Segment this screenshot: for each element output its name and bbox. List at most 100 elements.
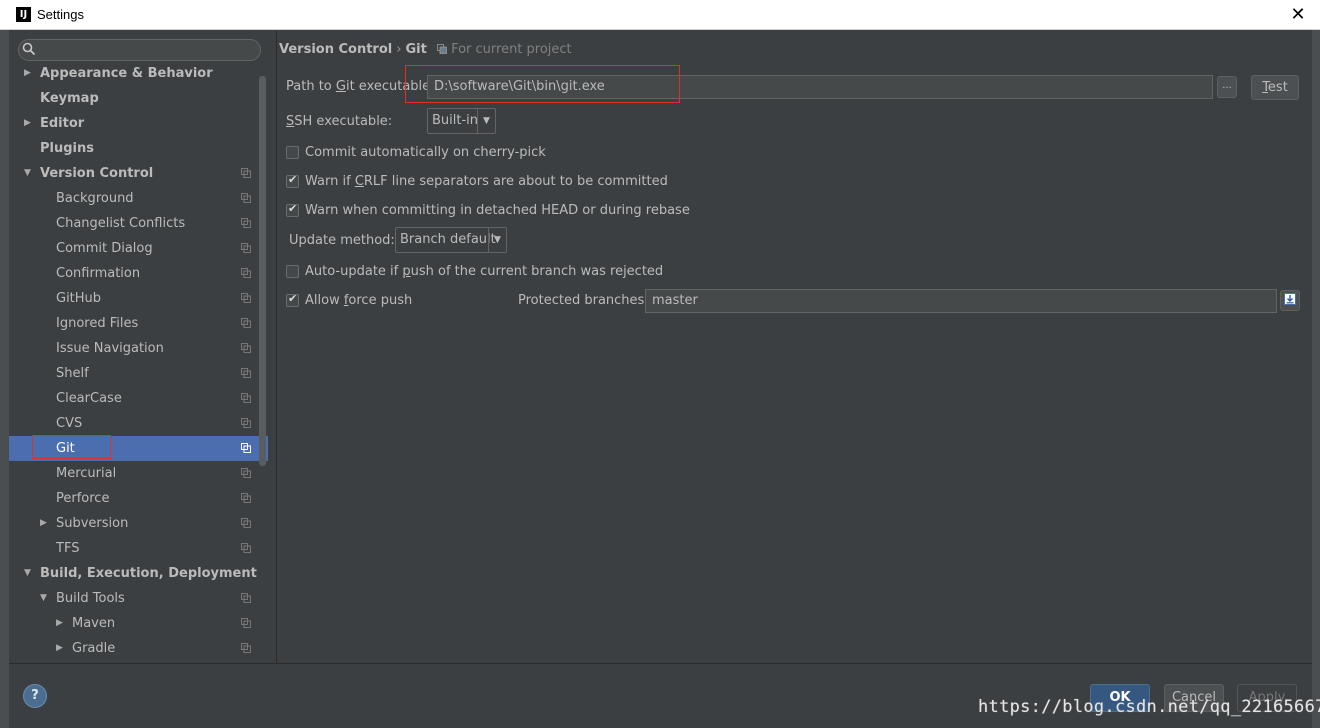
browse-button[interactable]: ... xyxy=(1217,76,1237,98)
breadcrumb-separator: › xyxy=(396,42,402,57)
update-method-select[interactable]: Branch default ▼ xyxy=(395,227,507,253)
intellij-icon: IJ xyxy=(16,7,31,22)
sidebar-item-build-execution-deployment[interactable]: ▼ Build, Execution, Deployment xyxy=(9,561,268,586)
project-icon xyxy=(241,293,251,303)
sidebar-item-build-tools[interactable]: ▼ Build Tools xyxy=(9,586,268,611)
project-icon xyxy=(241,318,251,328)
expanded-arrow-icon[interactable]: ▼ xyxy=(24,561,36,586)
sidebar-item-shelf[interactable]: Shelf xyxy=(9,361,268,386)
force-push-checkbox[interactable] xyxy=(286,292,299,307)
sidebar-item-github[interactable]: GitHub xyxy=(9,286,268,311)
cherry-pick-label: Commit automatically on cherry-pick xyxy=(305,145,546,160)
window-titlebar: IJ Settings ✕ xyxy=(0,0,1320,30)
dropdown-arrow-icon: ▼ xyxy=(488,228,506,252)
collapsed-arrow-icon[interactable]: ▶ xyxy=(56,636,68,661)
sidebar-item-label: Gradle xyxy=(72,641,116,656)
detached-head-checkbox[interactable] xyxy=(286,202,299,217)
sidebar-item-label: Build Tools xyxy=(56,591,125,606)
sidebar-item-label: Perforce xyxy=(56,491,110,506)
sidebar-item-commit-dialog[interactable]: Commit Dialog xyxy=(9,236,268,261)
cherry-pick-checkbox[interactable] xyxy=(286,146,299,159)
project-icon xyxy=(241,518,251,528)
project-icon xyxy=(241,243,251,253)
git-settings-panel: Version Control › Git For current project … xyxy=(277,31,1312,663)
background-ide-right-strip xyxy=(1312,30,1320,728)
sidebar-item-label: Appearance & Behavior xyxy=(40,66,213,81)
project-icon xyxy=(241,268,251,278)
collapsed-arrow-icon[interactable]: ▶ xyxy=(40,511,52,536)
sidebar-item-background[interactable]: Background xyxy=(9,186,268,211)
background-ide-left-strip xyxy=(0,30,9,728)
test-button[interactable]: Test xyxy=(1251,75,1299,100)
project-icon xyxy=(241,618,251,628)
expanded-arrow-icon[interactable]: ▼ xyxy=(40,586,52,611)
collapsed-arrow-icon[interactable]: ▶ xyxy=(24,111,36,136)
project-icon xyxy=(241,168,251,178)
project-icon xyxy=(241,643,251,653)
window-title: Settings xyxy=(37,7,84,22)
search-input[interactable] xyxy=(18,39,261,61)
sidebar-item-label: CVS xyxy=(56,416,83,431)
expand-field-button[interactable] xyxy=(1280,290,1300,311)
project-icon xyxy=(241,393,251,403)
project-icon xyxy=(241,468,251,478)
protected-branches-input[interactable]: master xyxy=(645,289,1277,313)
settings-sidebar: ▶ Appearance & Behavior Keymap ▶ Editor Plugi… xyxy=(9,31,268,663)
help-button[interactable]: ? xyxy=(23,684,47,708)
sidebar-item-plugins[interactable]: Plugins xyxy=(9,136,268,161)
sidebar-item-editor[interactable]: ▶ Editor xyxy=(9,111,268,136)
highlight-box-path xyxy=(405,65,680,103)
sidebar-item-issue-navigation[interactable]: Issue Navigation xyxy=(9,336,268,361)
crlf-warning-label: Warn if CRLF line separators are about t… xyxy=(305,174,668,189)
expanded-arrow-icon[interactable]: ▼ xyxy=(24,161,36,186)
sidebar-item-label: Maven xyxy=(72,616,116,631)
force-push-label: Allow force push xyxy=(305,293,413,308)
sidebar-item-gradle[interactable]: ▶ Gradle xyxy=(9,636,268,661)
breadcrumb-parent[interactable]: Version Control xyxy=(279,42,392,57)
breadcrumb: Version Control › Git For current project xyxy=(279,42,572,57)
sidebar-item-label: Commit Dialog xyxy=(56,241,153,256)
sidebar-item-label: Confirmation xyxy=(56,266,141,281)
protected-branches-label: Protected branches: xyxy=(518,293,649,308)
dialog-footer: ? OK Cancel Apply xyxy=(9,663,1312,728)
project-icon xyxy=(436,44,447,54)
sidebar-item-cvs[interactable]: CVS xyxy=(9,411,268,436)
sidebar-item-label: Build, Execution, Deployment xyxy=(40,566,257,581)
auto-update-checkbox[interactable] xyxy=(286,265,299,278)
sidebar-item-label: Changelist Conflicts xyxy=(56,216,186,231)
project-icon xyxy=(241,193,251,203)
ssh-executable-value: Built-in xyxy=(432,113,479,128)
project-icon xyxy=(241,593,251,603)
sidebar-item-keymap[interactable]: Keymap xyxy=(9,86,268,111)
sidebar-item-maven[interactable]: ▶ Maven xyxy=(9,611,268,636)
sidebar-item-subversion[interactable]: ▶ Subversion xyxy=(9,511,268,536)
watermark: https://blog.csdn.net/qq_22165667 xyxy=(978,697,1320,717)
sidebar-item-clearcase[interactable]: ClearCase xyxy=(9,386,268,411)
collapsed-arrow-icon[interactable]: ▶ xyxy=(56,611,68,636)
sidebar-item-confirmation[interactable]: Confirmation xyxy=(9,261,268,286)
collapsed-arrow-icon[interactable]: ▶ xyxy=(24,61,36,86)
search-icon xyxy=(22,42,36,56)
sidebar-item-label: Shelf xyxy=(56,366,89,381)
project-icon xyxy=(241,368,251,378)
update-method-label: Update method: xyxy=(289,233,395,248)
sidebar-scrollbar[interactable] xyxy=(259,76,266,466)
sidebar-item-mercurial[interactable]: Mercurial xyxy=(9,461,268,486)
sidebar-item-label: TFS xyxy=(56,541,80,556)
expand-icon xyxy=(1284,293,1296,305)
update-method-value: Branch default xyxy=(400,232,496,247)
settings-dialog: ▶ Appearance & Behavior Keymap ▶ Editor Plugi… xyxy=(9,31,1312,728)
breadcrumb-hint: For current project xyxy=(451,42,572,57)
ssh-executable-select[interactable]: Built-in ▼ xyxy=(427,108,496,134)
sidebar-item-perforce[interactable]: Perforce xyxy=(9,486,268,511)
sidebar-item-ignored-files[interactable]: Ignored Files xyxy=(9,311,268,336)
crlf-warning-checkbox[interactable] xyxy=(286,173,299,188)
sidebar-item-appearance-behavior[interactable]: ▶ Appearance & Behavior xyxy=(9,61,268,86)
sidebar-item-changelist-conflicts[interactable]: Changelist Conflicts xyxy=(9,211,268,236)
sidebar-item-label: Ignored Files xyxy=(56,316,139,331)
project-icon xyxy=(241,418,251,428)
sidebar-item-tfs[interactable]: TFS xyxy=(9,536,268,561)
sidebar-item-version-control[interactable]: ▼ Version Control xyxy=(9,161,268,186)
close-icon[interactable]: ✕ xyxy=(1287,4,1309,26)
sidebar-item-label: Keymap xyxy=(40,91,99,106)
